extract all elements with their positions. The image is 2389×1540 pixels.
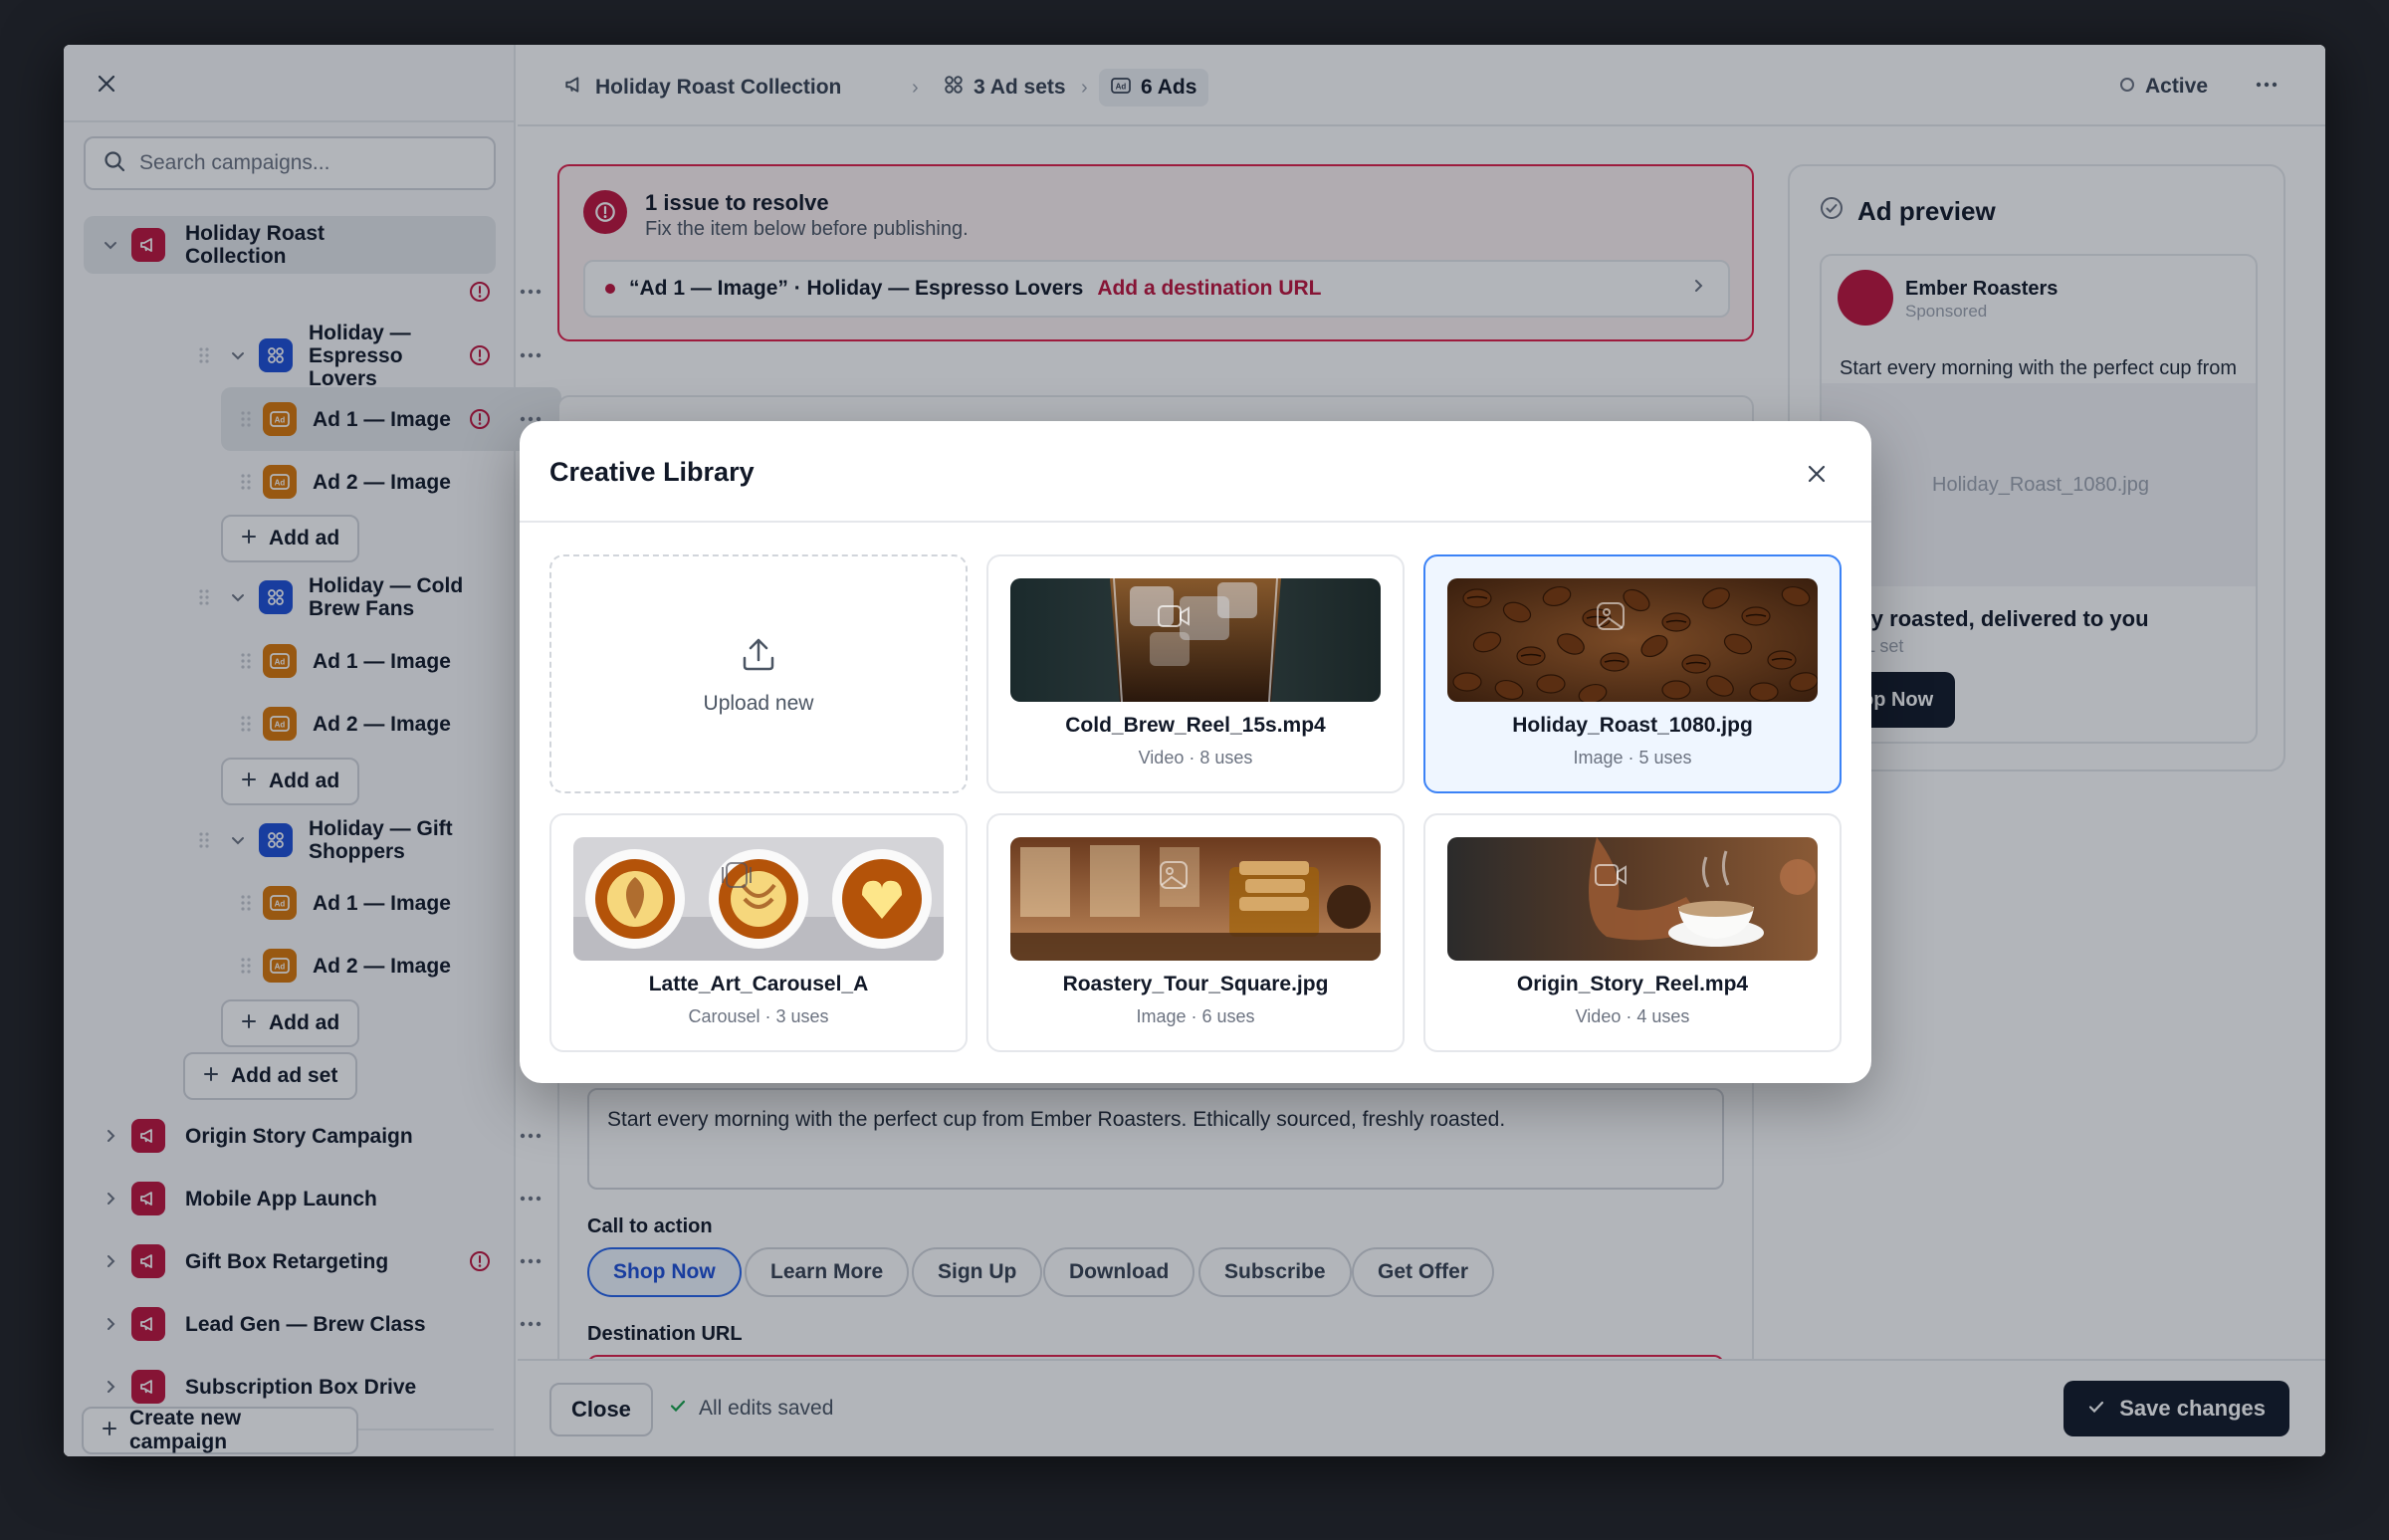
- asset-name: Origin_Story_Reel.mp4: [1516, 973, 1749, 995]
- app-window: Holiday Roast Collection: [64, 45, 2325, 1456]
- asset-tile-holiday-roast[interactable]: Holiday_Roast_1080.jpg Image · 5 uses: [1423, 554, 1842, 793]
- asset-tile-latte-art[interactable]: Latte_Art_Carousel_A Carousel · 3 uses: [549, 813, 968, 1052]
- image-icon: [1593, 598, 1629, 639]
- asset-meta: Video · 4 uses: [1575, 1006, 1690, 1026]
- asset-thumbnail: [1010, 837, 1381, 961]
- asset-tile-roastery-tour[interactable]: Roastery_Tour_Square.jpg Image · 6 uses: [986, 813, 1405, 1052]
- upload-new-label: Upload new: [703, 692, 814, 715]
- asset-meta: Carousel · 3 uses: [688, 1006, 829, 1026]
- asset-meta: Image · 6 uses: [1136, 1006, 1255, 1026]
- asset-tile-origin-story[interactable]: Origin_Story_Reel.mp4 Video · 4 uses: [1423, 813, 1842, 1052]
- carousel-icon: [719, 857, 755, 898]
- video-icon: [1156, 598, 1192, 639]
- asset-name: Roastery_Tour_Square.jpg: [1062, 973, 1329, 995]
- close-icon[interactable]: [1802, 459, 1832, 489]
- image-icon: [1156, 857, 1192, 898]
- modal-title: Creative Library: [549, 457, 755, 487]
- asset-thumbnail: [1447, 578, 1818, 702]
- upload-new-tile[interactable]: Upload new: [549, 554, 968, 793]
- video-icon: [1593, 857, 1629, 898]
- asset-thumbnail: [1010, 578, 1381, 702]
- asset-meta: Video · 8 uses: [1138, 748, 1253, 768]
- creative-library-modal: Creative Library Upload new Cold_Brew_Re…: [520, 421, 1871, 1083]
- asset-meta: Image · 5 uses: [1573, 748, 1692, 768]
- asset-tile-cold-brew[interactable]: Cold_Brew_Reel_15s.mp4 Video · 8 uses: [986, 554, 1405, 793]
- modal-divider: [520, 521, 1871, 523]
- asset-name: Holiday_Roast_1080.jpg: [1512, 714, 1753, 737]
- upload-icon: [739, 634, 778, 679]
- asset-name: Cold_Brew_Reel_15s.mp4: [1065, 714, 1326, 737]
- asset-name: Latte_Art_Carousel_A: [648, 973, 869, 995]
- asset-thumbnail: [573, 837, 944, 961]
- asset-thumbnail: [1447, 837, 1818, 961]
